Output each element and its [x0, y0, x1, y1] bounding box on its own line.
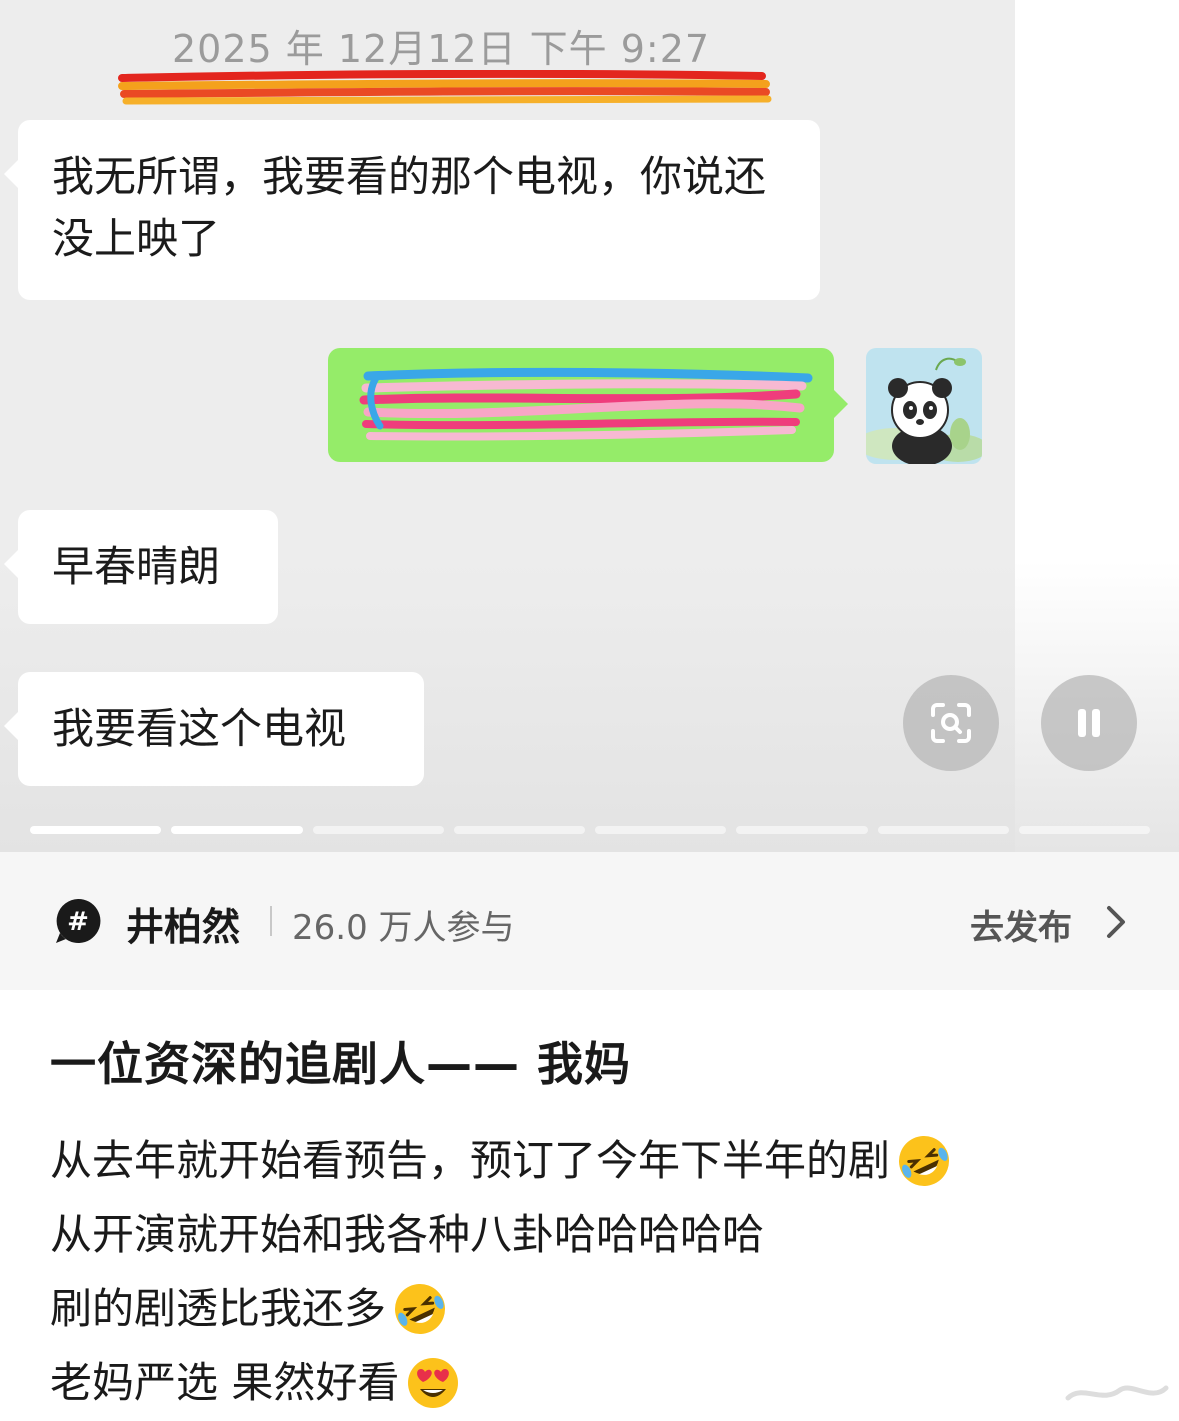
chevron-right-icon[interactable]	[1104, 904, 1128, 940]
post-line: 老妈严选 果然好看	[50, 1346, 1150, 1420]
progress-segment	[312, 826, 444, 834]
progress-segment	[171, 826, 303, 834]
redaction-scribble	[118, 70, 772, 105]
scan-search-button[interactable]	[903, 675, 999, 771]
post-line-text: 从开演就开始和我各种八卦哈哈哈哈哈	[50, 1210, 765, 1259]
heart-eyes-emoji-icon	[408, 1358, 459, 1408]
progress-segment	[1018, 826, 1150, 834]
post-line: 刷的剧透比我还多	[50, 1272, 1150, 1346]
panda-avatar-icon[interactable]	[866, 348, 982, 464]
divider	[270, 906, 272, 936]
redaction-scribble	[359, 367, 813, 441]
post-line-text: 刷的剧透比我还多	[50, 1284, 387, 1333]
hashtag-icon: #	[56, 898, 101, 943]
progress-segment	[453, 826, 585, 834]
chat-timestamp: 2025 年 12月12日 下午 9:27	[172, 27, 711, 71]
chat-bubble-incoming: 我无所谓，我要看的那个电视，你说还没上映了	[4, 120, 820, 300]
watermark-logo	[1065, 1385, 1169, 1401]
post-line-text: 从去年就开始看预告，预订了今年下半年的剧	[50, 1136, 891, 1185]
progress-segment	[736, 826, 868, 834]
post-body: 从去年就开始看预告，预订了今年下半年的剧 从开演就开始和我各种八卦哈哈哈哈哈 刷…	[50, 1124, 1150, 1420]
chat-bubble-incoming: 早春晴朗	[4, 510, 278, 624]
progress-segment	[595, 826, 727, 834]
post-line: 从去年就开始看预告，预订了今年下半年的剧	[50, 1124, 1150, 1198]
rofl-emoji-icon	[899, 1136, 950, 1186]
rofl-emoji-icon	[395, 1284, 446, 1334]
svg-text:#: #	[67, 907, 89, 937]
scan-search-icon	[931, 703, 971, 743]
post-title: 一位资深的追剧人—— 我妈	[50, 1037, 632, 1091]
progress-segment	[30, 826, 162, 834]
pause-button[interactable]	[1041, 675, 1137, 771]
topic-participant-count: 26.0 万人参与	[292, 908, 515, 948]
publish-link[interactable]: 去发布	[970, 900, 1072, 949]
pause-icon	[1078, 709, 1100, 737]
progress-segment	[877, 826, 1009, 834]
chat-bubble-incoming: 我要看这个电视	[4, 672, 424, 786]
post-line: 从开演就开始和我各种八卦哈哈哈哈哈	[50, 1198, 1150, 1272]
chat-screenshot: 2025 年 12月12日 下午 9:27 我无所谓，我要看的那个电视，你说还没…	[0, 0, 1179, 852]
post-line-text: 老妈严选 果然好看	[50, 1358, 400, 1407]
slide-progress-indicator	[30, 826, 1150, 834]
topic-name[interactable]: 井柏然	[126, 896, 240, 951]
